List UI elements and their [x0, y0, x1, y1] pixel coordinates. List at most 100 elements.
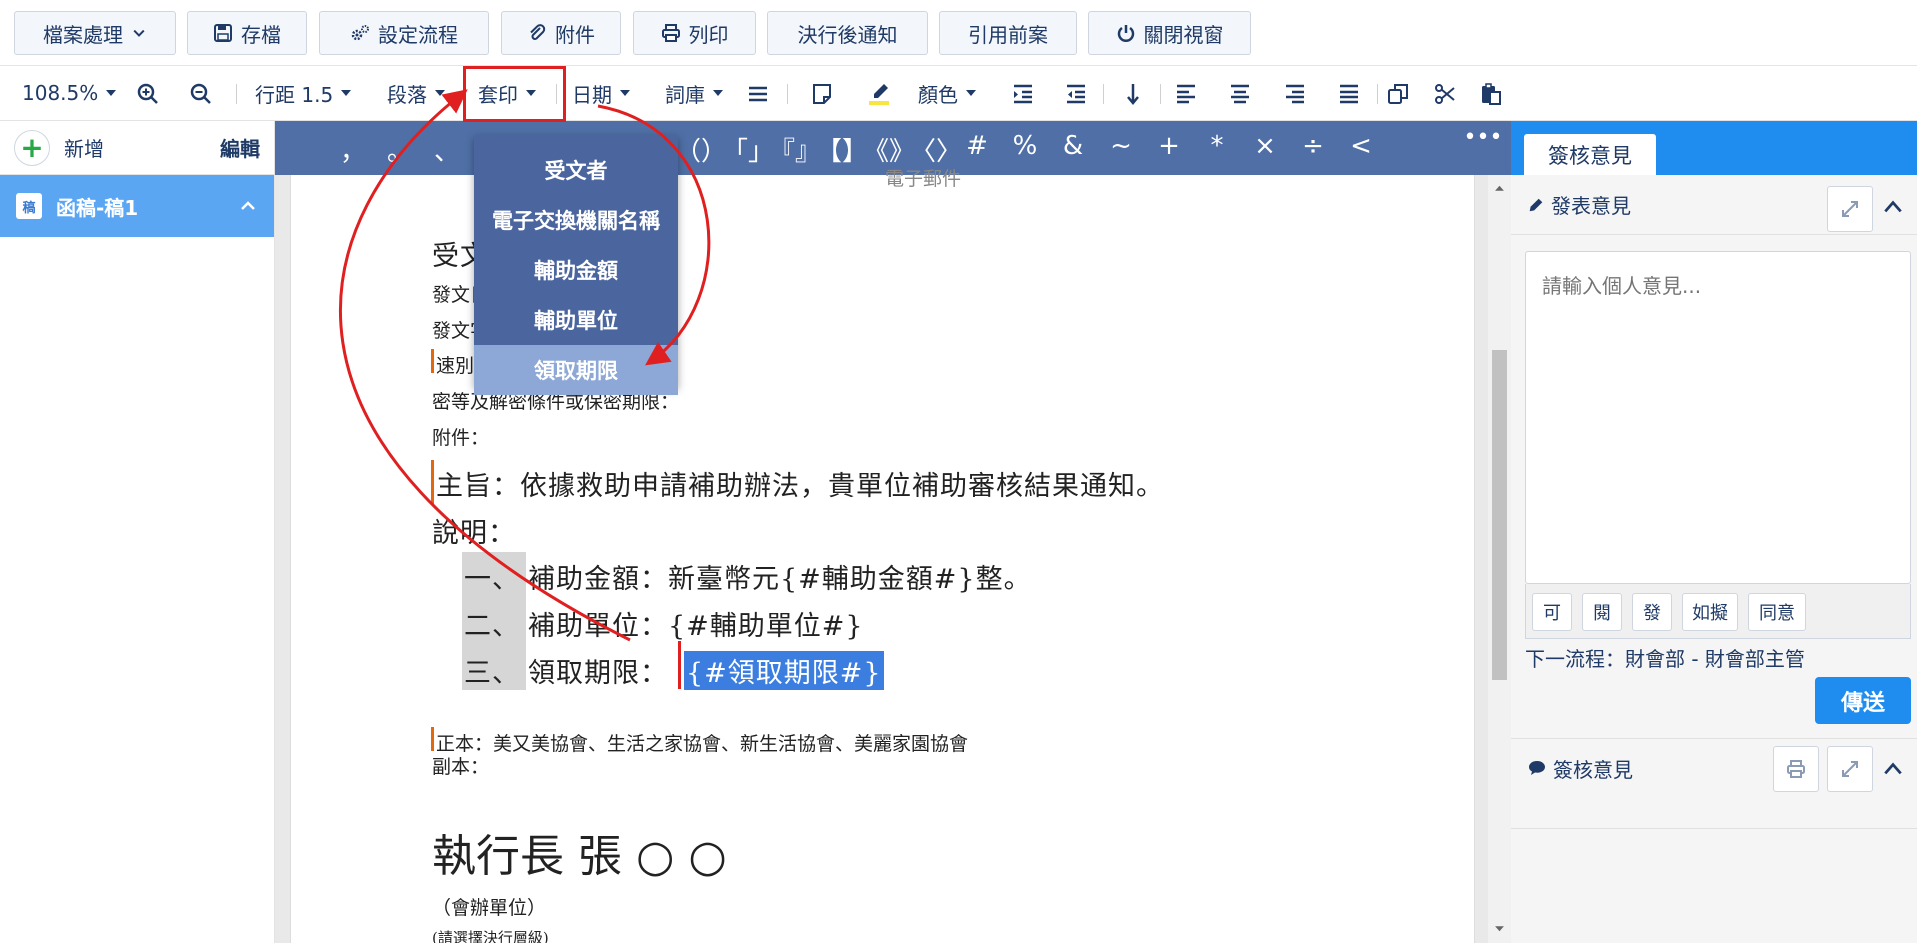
print-button[interactable]: 列印: [633, 11, 756, 55]
file-menu-button[interactable]: 檔案處理: [14, 11, 176, 55]
line-spacing-select[interactable]: 行距 1.5: [255, 78, 352, 108]
notify-after-approval-button[interactable]: 決行後通知: [767, 11, 928, 55]
symbol-button[interactable]: +: [1149, 131, 1189, 161]
draft-badge-icon: 稿: [16, 193, 42, 219]
symbol-button[interactable]: 、: [427, 131, 467, 168]
symbol-button[interactable]: %: [1005, 131, 1045, 161]
symbol-button[interactable]: #: [957, 131, 997, 161]
expand-opinions-button[interactable]: [1827, 746, 1873, 792]
editor-toolbar: 108.5% 行距 1.5 段落 套印 日期 詞庫 顏色: [0, 66, 1917, 121]
date-select[interactable]: 日期: [572, 78, 630, 108]
more-icon[interactable]: •••: [1463, 125, 1503, 150]
copy-icon[interactable]: [1384, 80, 1412, 108]
symbol-button[interactable]: *: [1197, 131, 1237, 161]
attachment-button[interactable]: 附件: [501, 11, 621, 55]
list-icon[interactable]: [744, 80, 772, 108]
sidebar-item-draft[interactable]: 稿 函稿-稿1: [0, 175, 274, 237]
symbol-button[interactable]: <: [1341, 131, 1381, 161]
edit-label[interactable]: 編輯: [220, 133, 260, 162]
symbol-button[interactable]: （）: [675, 131, 727, 168]
symbol-button[interactable]: 《》: [863, 131, 915, 168]
caret-down-icon: [106, 90, 117, 96]
toolbar-separator: [1160, 84, 1161, 104]
tab-review-opinions[interactable]: 簽核意見: [1524, 134, 1656, 175]
symbol-button[interactable]: 〈〉: [910, 131, 962, 168]
indent-icon[interactable]: [1009, 80, 1037, 108]
font-color-select[interactable]: 顏色: [918, 78, 976, 108]
scissors-icon[interactable]: [1431, 80, 1459, 108]
align-left-icon[interactable]: [1172, 80, 1200, 108]
phrase-library-label: 詞庫: [665, 82, 705, 107]
print-opinions-button[interactable]: [1773, 746, 1819, 792]
phrase-library-select[interactable]: 詞庫: [665, 78, 723, 108]
document-scrollbar[interactable]: [1488, 175, 1511, 943]
power-icon: [1117, 25, 1134, 42]
zoom-select[interactable]: 108.5%: [22, 78, 117, 108]
signature-line: 執行長 張 ○ ○: [432, 831, 727, 882]
sub-copy-line: 副本：: [432, 756, 490, 778]
quick-phrase-button[interactable]: 發: [1632, 593, 1672, 631]
add-icon[interactable]: +: [14, 129, 50, 166]
zoom-out-icon[interactable]: [187, 80, 215, 108]
cite-previous-case-button[interactable]: 引用前案: [939, 11, 1077, 55]
outdent-icon[interactable]: [1062, 80, 1090, 108]
caret-down-icon: [435, 90, 445, 96]
add-label[interactable]: 新增: [64, 133, 104, 162]
paste-icon[interactable]: [1477, 80, 1505, 108]
symbol-button[interactable]: &: [1053, 131, 1093, 161]
quick-phrase-button[interactable]: 可: [1532, 593, 1572, 631]
line-spacing-label: 行距 1.5: [255, 82, 334, 107]
caret-down-icon: [620, 90, 630, 96]
deadline-placeholder-selected[interactable]: {#領取期限#}: [684, 651, 884, 690]
scrollbar-thumb[interactable]: [1492, 350, 1507, 680]
symbol-button[interactable]: ÷: [1293, 131, 1333, 161]
item-unit: 補助單位：{#輔助單位#}: [528, 611, 864, 642]
scroll-up-icon[interactable]: [1494, 183, 1505, 194]
chevron-up-icon[interactable]: [1882, 758, 1904, 780]
symbol-button[interactable]: 「」: [722, 131, 774, 168]
align-justify-icon[interactable]: [1335, 80, 1363, 108]
zoom-in-icon[interactable]: [134, 80, 162, 108]
opinion-input[interactable]: [1525, 251, 1911, 584]
quick-phrase-button[interactable]: 同意: [1748, 593, 1806, 631]
menu-item-amount[interactable]: 輔助金額: [474, 245, 678, 295]
note-icon[interactable]: [808, 80, 836, 108]
symbol-button[interactable]: ~: [1101, 131, 1141, 161]
scroll-down-icon[interactable]: [1494, 923, 1505, 934]
symbol-button[interactable]: ，: [333, 131, 373, 168]
set-flow-button[interactable]: 設定流程: [319, 11, 489, 55]
template-print-menu: 受文者 電子交換機關名稱 輔助金額 輔助單位 領取期限: [474, 135, 678, 395]
paragraph-select[interactable]: 段落: [387, 78, 445, 108]
vertical-text-icon[interactable]: [1119, 80, 1147, 108]
quick-phrase-bar: 可 閱 發 如擬 同意: [1525, 584, 1911, 639]
quick-phrase-button[interactable]: 閱: [1582, 593, 1622, 631]
publish-opinion-label: 發表意見: [1551, 194, 1631, 218]
symbol-button[interactable]: 『』: [769, 131, 821, 168]
quick-phrase-button[interactable]: 如擬: [1682, 593, 1738, 631]
align-center-icon[interactable]: [1226, 80, 1254, 108]
save-button[interactable]: 存檔: [187, 11, 307, 55]
caret-down-icon: [341, 90, 352, 96]
symbol-button[interactable]: 【】: [816, 131, 868, 168]
field-marker: [431, 349, 434, 373]
close-window-button[interactable]: 關閉視窗: [1088, 11, 1251, 55]
attachment-line: 附件：: [432, 427, 490, 449]
caret-down-icon: [966, 90, 976, 96]
expand-button[interactable]: [1827, 186, 1873, 232]
symbol-button[interactable]: ×: [1245, 131, 1285, 161]
menu-item-exchange-agency[interactable]: 電子交換機關名稱: [474, 195, 678, 245]
send-button[interactable]: 傳送: [1815, 677, 1911, 724]
pencil-icon: [1529, 198, 1543, 211]
menu-item-recipient[interactable]: 受文者: [474, 145, 678, 195]
next-flow-text: 下一流程：財會部 - 財會部主管: [1525, 647, 1805, 671]
symbol-button[interactable]: 。: [380, 131, 420, 168]
chevron-up-icon[interactable]: [1882, 196, 1904, 218]
chevron-up-icon[interactable]: [238, 196, 258, 216]
file-menu-label: 檔案處理: [43, 22, 123, 47]
notify-label: 決行後通知: [797, 22, 898, 47]
menu-item-deadline[interactable]: 領取期限: [474, 345, 678, 395]
align-right-icon[interactable]: [1281, 80, 1309, 108]
close-window-label: 關閉視窗: [1143, 22, 1224, 47]
menu-item-unit[interactable]: 輔助單位: [474, 295, 678, 345]
highlighter-icon[interactable]: [865, 80, 893, 108]
